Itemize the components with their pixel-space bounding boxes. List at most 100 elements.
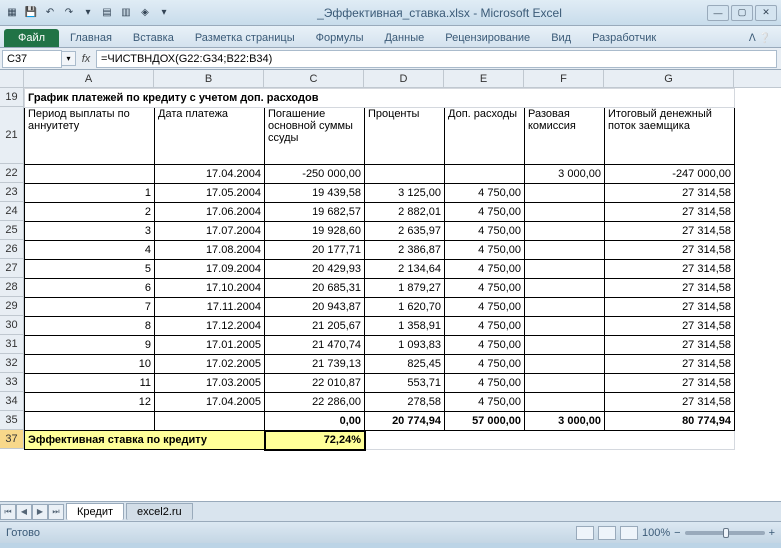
name-box-dropdown-icon[interactable]: ▾ bbox=[62, 51, 76, 66]
date-cell[interactable]: 17.11.2004 bbox=[155, 298, 265, 317]
col-header-B[interactable]: B bbox=[154, 70, 264, 87]
total-flow-cell[interactable]: 27 314,58 bbox=[605, 203, 735, 222]
total-flow-cell[interactable]: 27 314,58 bbox=[605, 355, 735, 374]
principal-cell[interactable]: 19 928,60 bbox=[265, 222, 365, 241]
cell[interactable] bbox=[365, 431, 735, 450]
commission-cell[interactable] bbox=[525, 374, 605, 393]
expense-cell[interactable] bbox=[445, 165, 525, 184]
view-page-break-button[interactable] bbox=[620, 526, 638, 540]
principal-cell[interactable]: 19 439,58 bbox=[265, 184, 365, 203]
sheet-nav-prev-icon[interactable]: ◀ bbox=[16, 504, 32, 520]
period-cell[interactable]: 6 bbox=[25, 279, 155, 298]
save-icon[interactable]: 💾 bbox=[23, 5, 39, 21]
sheet-nav-next-icon[interactable]: ▶ bbox=[32, 504, 48, 520]
date-cell[interactable]: 17.03.2005 bbox=[155, 374, 265, 393]
total-flow-cell[interactable]: 27 314,58 bbox=[605, 393, 735, 412]
period-cell[interactable]: 8 bbox=[25, 317, 155, 336]
total-flow[interactable]: 80 774,94 bbox=[605, 412, 735, 431]
interest-cell[interactable]: 2 134,64 bbox=[365, 260, 445, 279]
period-cell[interactable]: 5 bbox=[25, 260, 155, 279]
period-cell[interactable] bbox=[25, 165, 155, 184]
date-cell[interactable]: 17.10.2004 bbox=[155, 279, 265, 298]
expense-cell[interactable]: 4 750,00 bbox=[445, 393, 525, 412]
expense-cell[interactable]: 4 750,00 bbox=[445, 355, 525, 374]
tab-formulas[interactable]: Формулы bbox=[306, 29, 374, 47]
row-header-24[interactable]: 24 bbox=[0, 202, 23, 221]
principal-cell[interactable]: 22 010,87 bbox=[265, 374, 365, 393]
total-flow-cell[interactable]: 27 314,58 bbox=[605, 298, 735, 317]
date-cell[interactable]: 17.12.2004 bbox=[155, 317, 265, 336]
tab-page-layout[interactable]: Разметка страницы bbox=[185, 29, 305, 47]
sheet-nav-last-icon[interactable]: ⏭ bbox=[48, 504, 64, 520]
total-flow-cell[interactable]: -247 000,00 bbox=[605, 165, 735, 184]
commission-cell[interactable]: 3 000,00 bbox=[525, 165, 605, 184]
commission-cell[interactable] bbox=[525, 298, 605, 317]
row-header-22[interactable]: 22 bbox=[0, 164, 23, 183]
cell[interactable] bbox=[25, 412, 155, 431]
name-box[interactable]: C37 bbox=[2, 50, 62, 68]
view-normal-button[interactable] bbox=[576, 526, 594, 540]
interest-cell[interactable]: 1 620,70 bbox=[365, 298, 445, 317]
row-header-29[interactable]: 29 bbox=[0, 297, 23, 316]
row-header-35[interactable]: 35 bbox=[0, 411, 23, 430]
expense-cell[interactable]: 4 750,00 bbox=[445, 317, 525, 336]
zoom-in-button[interactable]: + bbox=[769, 527, 775, 539]
total-flow-cell[interactable]: 27 314,58 bbox=[605, 317, 735, 336]
date-cell[interactable]: 17.09.2004 bbox=[155, 260, 265, 279]
interest-cell[interactable]: 1 879,27 bbox=[365, 279, 445, 298]
row-header-25[interactable]: 25 bbox=[0, 221, 23, 240]
interest-cell[interactable]: 3 125,00 bbox=[365, 184, 445, 203]
date-cell[interactable]: 17.04.2004 bbox=[155, 165, 265, 184]
period-cell[interactable]: 7 bbox=[25, 298, 155, 317]
qat-tool4-icon[interactable]: ▾ bbox=[156, 5, 172, 21]
interest-cell[interactable] bbox=[365, 165, 445, 184]
col-header-cell[interactable]: Погашение основной суммы ссуды bbox=[265, 108, 365, 165]
qat-tool1-icon[interactable]: ▤ bbox=[99, 5, 115, 21]
period-cell[interactable]: 4 bbox=[25, 241, 155, 260]
principal-cell[interactable]: 20 943,87 bbox=[265, 298, 365, 317]
commission-cell[interactable] bbox=[525, 203, 605, 222]
date-cell[interactable]: 17.04.2005 bbox=[155, 393, 265, 412]
expense-cell[interactable]: 4 750,00 bbox=[445, 260, 525, 279]
qat-tool3-icon[interactable]: ◈ bbox=[137, 5, 153, 21]
total-expense[interactable]: 57 000,00 bbox=[445, 412, 525, 431]
total-flow-cell[interactable]: 27 314,58 bbox=[605, 184, 735, 203]
expense-cell[interactable]: 4 750,00 bbox=[445, 336, 525, 355]
col-header-G[interactable]: G bbox=[604, 70, 734, 87]
total-commission[interactable]: 3 000,00 bbox=[525, 412, 605, 431]
interest-cell[interactable]: 2 882,01 bbox=[365, 203, 445, 222]
period-cell[interactable]: 9 bbox=[25, 336, 155, 355]
row-header-19[interactable]: 19 bbox=[0, 88, 23, 107]
col-header-cell[interactable]: Итоговый денежный поток заемщика bbox=[605, 108, 735, 165]
total-flow-cell[interactable]: 27 314,58 bbox=[605, 374, 735, 393]
principal-cell[interactable]: 21 205,67 bbox=[265, 317, 365, 336]
row-header-21[interactable]: 21 bbox=[0, 107, 23, 164]
row-header-32[interactable]: 32 bbox=[0, 354, 23, 373]
col-header-cell[interactable]: Разовая комиссия bbox=[525, 108, 605, 165]
cells-grid[interactable]: График платежей по кредиту с учетом доп.… bbox=[24, 88, 781, 450]
col-header-cell[interactable]: Дата платежа bbox=[155, 108, 265, 165]
expense-cell[interactable]: 4 750,00 bbox=[445, 184, 525, 203]
col-header-C[interactable]: C bbox=[264, 70, 364, 87]
col-header-D[interactable]: D bbox=[364, 70, 444, 87]
interest-cell[interactable]: 278,58 bbox=[365, 393, 445, 412]
tab-view[interactable]: Вид bbox=[541, 29, 581, 47]
interest-cell[interactable]: 2 386,87 bbox=[365, 241, 445, 260]
principal-cell[interactable]: 20 429,93 bbox=[265, 260, 365, 279]
date-cell[interactable]: 17.06.2004 bbox=[155, 203, 265, 222]
total-flow-cell[interactable]: 27 314,58 bbox=[605, 260, 735, 279]
file-tab[interactable]: Файл bbox=[4, 29, 59, 47]
principal-cell[interactable]: 21 470,74 bbox=[265, 336, 365, 355]
undo-icon[interactable]: ↶ bbox=[42, 5, 58, 21]
commission-cell[interactable] bbox=[525, 279, 605, 298]
principal-cell[interactable]: 22 286,00 bbox=[265, 393, 365, 412]
principal-cell[interactable]: 20 685,31 bbox=[265, 279, 365, 298]
period-cell[interactable]: 10 bbox=[25, 355, 155, 374]
commission-cell[interactable] bbox=[525, 260, 605, 279]
interest-cell[interactable]: 2 635,97 bbox=[365, 222, 445, 241]
interest-cell[interactable]: 825,45 bbox=[365, 355, 445, 374]
sheet-tab[interactable]: excel2.ru bbox=[126, 503, 193, 520]
period-cell[interactable]: 2 bbox=[25, 203, 155, 222]
period-cell[interactable]: 1 bbox=[25, 184, 155, 203]
fx-button[interactable]: fx bbox=[76, 53, 96, 65]
